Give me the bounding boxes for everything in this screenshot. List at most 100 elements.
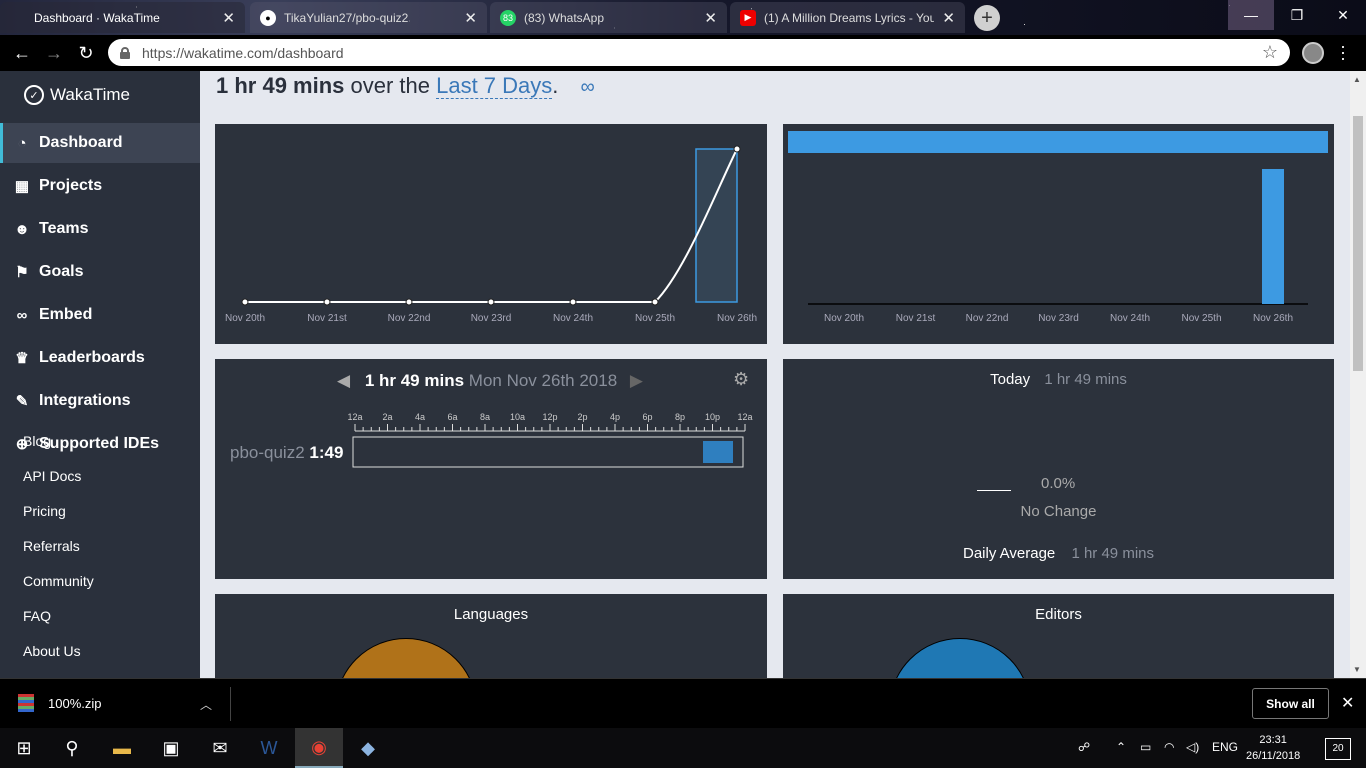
close-icon[interactable]: ✕ <box>704 9 717 27</box>
chevron-up-icon[interactable]: ⌃ <box>1116 740 1126 754</box>
reload-icon[interactable]: ↻ <box>74 41 98 65</box>
sidebar-item-goals[interactable]: ⚑ Goals <box>0 252 200 292</box>
change-indicator-line <box>977 490 1011 491</box>
data-point <box>569 298 577 306</box>
project-name[interactable]: pbo-quiz2 <box>230 443 305 462</box>
scroll-down-icon[interactable]: ▼ <box>1353 665 1361 674</box>
date-range-selector[interactable]: Last 7 Days <box>436 73 553 99</box>
search-icon[interactable]: ⚲ <box>48 728 96 768</box>
sidebar-link-faq[interactable]: FAQ <box>23 608 51 624</box>
activity-block[interactable] <box>703 441 733 463</box>
sidebar-link-api-docs[interactable]: API Docs <box>23 468 81 484</box>
youtube-icon: ▶ <box>740 9 756 26</box>
close-icon[interactable]: ✕ <box>222 9 235 27</box>
windows-taskbar: ⊞ ⚲ ▬ ▣ ✉ W ◉ ◆ ☍ ⌃ ▭ ◠ ◁) ENG 23:31 26/… <box>0 728 1366 768</box>
forward-icon[interactable]: → <box>42 41 66 65</box>
data-point <box>651 298 659 306</box>
wifi-icon[interactable]: ◠ <box>1164 740 1174 754</box>
sidebar-item-dashboard[interactable]: ◔ Dashboard <box>0 123 200 163</box>
zip-file-icon <box>18 694 34 712</box>
virtualbox-icon[interactable]: ◆ <box>344 728 392 768</box>
shelf-divider <box>230 687 231 721</box>
gear-icon[interactable]: ⚙ <box>733 369 749 390</box>
input-language[interactable]: ENG <box>1212 740 1238 754</box>
sidebar-item-label: Embed <box>39 306 93 323</box>
word-icon[interactable]: W <box>245 728 293 768</box>
x-tick-label: Nov 22nd <box>388 313 431 324</box>
editors-pie-slice[interactable] <box>889 638 1031 678</box>
flag-icon: ⚑ <box>15 264 29 281</box>
prev-day-icon[interactable]: ◀ <box>337 371 350 390</box>
page-scrollbar[interactable]: ▲ ▼ <box>1350 71 1366 678</box>
volume-icon[interactable]: ◁) <box>1186 740 1199 754</box>
sidebar-item-projects[interactable]: ▦ Projects <box>0 166 200 206</box>
day-total: 1 hr 49 mins <box>364 371 465 390</box>
sidebar-item-supported-ides[interactable]: ⊕ Supported IDEs <box>0 424 200 464</box>
sidebar-item-teams[interactable]: ☻ Teams <box>0 209 200 249</box>
restore-button[interactable]: ❐ <box>1274 0 1320 30</box>
hour-label: 2p <box>577 412 587 422</box>
chrome-icon[interactable]: ◉ <box>295 728 343 768</box>
minimize-button[interactable]: — <box>1228 0 1274 30</box>
close-icon[interactable]: ✕ <box>464 9 477 27</box>
mail-icon[interactable]: ✉ <box>196 728 244 768</box>
x-tick-label: Nov 24th <box>1110 313 1150 324</box>
brand-logo[interactable]: ✓ WakaTime <box>24 85 130 105</box>
project-time: 1:49 <box>309 443 344 462</box>
download-filename: 100%.zip <box>48 695 102 711</box>
chevron-up-icon[interactable]: ︿ <box>200 696 212 713</box>
system-clock[interactable]: 23:31 26/11/2018 <box>1246 732 1300 764</box>
sidebar-link-pricing[interactable]: Pricing <box>23 503 66 519</box>
chrome-menu-icon[interactable]: · · · <box>1340 37 1346 67</box>
sidebar-link-referrals[interactable]: Referrals <box>23 538 80 554</box>
profile-avatar[interactable] <box>1302 42 1324 64</box>
x-tick-label: Nov 26th <box>717 313 757 324</box>
tab-youtube[interactable]: ▶ (1) A Million Dreams Lyrics - You ✕ <box>730 2 965 33</box>
x-tick-label: Nov 20th <box>824 313 864 324</box>
next-day-icon[interactable]: ▶ <box>630 371 643 390</box>
languages-pie-slice[interactable] <box>335 638 477 678</box>
hour-label: 6p <box>642 412 652 422</box>
sidebar-item-leaderboards[interactable]: ♛ Leaderboards <box>0 338 200 378</box>
change-percent: 0.0% <box>1041 475 1076 492</box>
battery-icon[interactable]: ▭ <box>1140 740 1151 754</box>
github-icon: ● <box>260 9 276 26</box>
x-tick-label: Nov 23rd <box>471 313 512 324</box>
store-icon[interactable]: ▣ <box>147 728 195 768</box>
sidebar-item-embed[interactable]: ∞ Embed <box>0 295 200 335</box>
address-bar[interactable]: https://wakatime.com/dashboard ☆ <box>108 39 1290 66</box>
new-tab-button[interactable]: + <box>974 5 1000 31</box>
url-text: https://wakatime.com/dashboard <box>142 44 344 61</box>
notification-center-icon[interactable]: 20 <box>1325 738 1351 760</box>
total-time: 1 hr 49 mins <box>216 73 345 98</box>
sidebar-link-about-us[interactable]: About Us <box>23 643 81 659</box>
close-window-button[interactable]: ✕ <box>1320 0 1366 30</box>
tab-whatsapp[interactable]: 83 (83) WhatsApp ✕ <box>490 2 727 33</box>
users-icon: ☻ <box>14 220 30 238</box>
link-icon: ∞ <box>16 306 28 324</box>
show-all-button[interactable]: Show all <box>1252 688 1329 719</box>
headline-period: . <box>552 73 559 98</box>
hour-label: 12p <box>542 412 557 422</box>
whatsapp-icon: 83 <box>500 9 516 26</box>
bookmark-star-icon[interactable]: ☆ <box>1262 42 1278 63</box>
windows-start-icon[interactable]: ⊞ <box>0 728 48 768</box>
tab-github[interactable]: ● TikaYulian27/pbo-quiz2 ✕ <box>250 2 487 33</box>
scroll-up-icon[interactable]: ▲ <box>1353 75 1361 84</box>
close-icon[interactable]: ✕ <box>1341 693 1354 713</box>
stacked-total-bar <box>788 131 1328 153</box>
download-item[interactable]: 100%.zip <box>18 694 101 712</box>
back-icon[interactable]: ← <box>10 41 34 65</box>
tab-dashboard[interactable]: Dashboard · WakaTime ✕ <box>0 2 245 33</box>
sidebar-item-label: Dashboard <box>39 134 123 151</box>
people-icon[interactable]: ☍ <box>1078 740 1090 754</box>
hour-label: 8p <box>675 412 685 422</box>
hour-label: 2a <box>382 412 392 422</box>
sidebar-item-integrations[interactable]: ✎ Integrations <box>0 381 200 421</box>
sidebar-link-community[interactable]: Community <box>23 573 94 589</box>
close-icon[interactable]: ✕ <box>942 9 955 27</box>
file-explorer-icon[interactable]: ▬ <box>98 728 146 768</box>
sidebar-item-label: Goals <box>39 263 84 280</box>
scrollbar-thumb[interactable] <box>1353 116 1363 371</box>
share-link-icon[interactable]: ∞ <box>581 76 595 98</box>
